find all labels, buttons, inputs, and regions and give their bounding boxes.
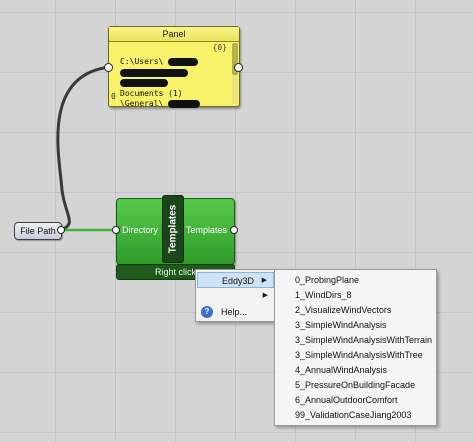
- templates-component[interactable]: Directory Templates Templates: [116, 195, 235, 265]
- file-path-output-grip[interactable]: [57, 226, 65, 234]
- directory-input-label[interactable]: Directory: [122, 225, 158, 235]
- wire-panel-to-filepath: [56, 65, 111, 232]
- submenu-item[interactable]: 5_PressureOnBuildingFacade: [295, 378, 415, 393]
- panel-output-grip[interactable]: [234, 63, 243, 72]
- templates-name-badge: Templates: [162, 195, 184, 263]
- chevron-right-icon: ▶: [261, 277, 267, 284]
- submenu-item[interactable]: 3_SimpleWindAnalysisWithTerrain: [295, 333, 432, 348]
- panel-count: {0}: [212, 43, 227, 52]
- help-icon: ?: [201, 306, 213, 318]
- eddy3d-submenu: 0_ProbingPlane 1_WindDirs_8 2_VisualizeW…: [274, 269, 437, 426]
- templates-output-grip[interactable]: [230, 226, 238, 234]
- panel-line: C:\Users\: [120, 57, 199, 66]
- panel-line-text: C:\Users\: [120, 57, 164, 66]
- submenu-item[interactable]: 99_ValidationCaseJiang2003: [295, 408, 411, 423]
- redacted-block: [120, 78, 168, 87]
- templates-name: Templates: [167, 204, 179, 254]
- panel-line-text: Documents (1): [120, 89, 183, 98]
- submenu-item[interactable]: 2_VisualizeWindVectors: [295, 303, 391, 318]
- chevron-right-icon: ▶: [262, 292, 268, 299]
- submenu-item[interactable]: 3_SimpleWindAnalysis: [295, 318, 387, 333]
- panel-body[interactable]: {0} C:\Users\ 0 Documents (1) \General\: [109, 42, 231, 108]
- menu-item-eddy3d[interactable]: Eddy3D ▶: [197, 272, 274, 288]
- panel-component[interactable]: Panel {0} C:\Users\ 0 Documents (1) \Gen…: [108, 26, 240, 108]
- panel-input-grip[interactable]: [104, 63, 113, 72]
- menu-item-blank[interactable]: ▶: [197, 288, 274, 304]
- file-path-param[interactable]: File Path: [14, 222, 62, 240]
- panel-line-text: \General\: [120, 99, 164, 108]
- menu-item-label: Help...: [221, 307, 248, 317]
- directory-input-grip[interactable]: [112, 226, 120, 234]
- submenu-item[interactable]: 3_SimpleWindAnalysisWithTree: [295, 348, 423, 363]
- redacted-block: [168, 99, 201, 108]
- context-menu: Eddy3D ▶ ▶ ? Help...: [195, 269, 276, 322]
- redacted-block: [168, 57, 199, 66]
- panel-line: [120, 68, 188, 77]
- submenu-item[interactable]: 6_AnnualOutdoorComfort: [295, 393, 398, 408]
- panel-scrollbar[interactable]: [232, 43, 238, 104]
- panel-line: Documents (1): [120, 89, 183, 98]
- redacted-block: [120, 68, 188, 77]
- submenu-item[interactable]: 4_AnnualWindAnalysis: [295, 363, 387, 378]
- submenu-item[interactable]: 1_WindDirs_8: [295, 288, 352, 303]
- panel-index: 0: [111, 92, 116, 101]
- menu-item-label: Eddy3D: [222, 276, 255, 286]
- menu-item-help[interactable]: ? Help...: [197, 304, 274, 320]
- panel-title: Panel: [109, 27, 239, 42]
- panel-line: \General\: [120, 99, 201, 108]
- submenu-item[interactable]: 0_ProbingPlane: [295, 273, 359, 288]
- panel-line: [120, 78, 168, 87]
- templates-output-label[interactable]: Templates: [186, 225, 227, 235]
